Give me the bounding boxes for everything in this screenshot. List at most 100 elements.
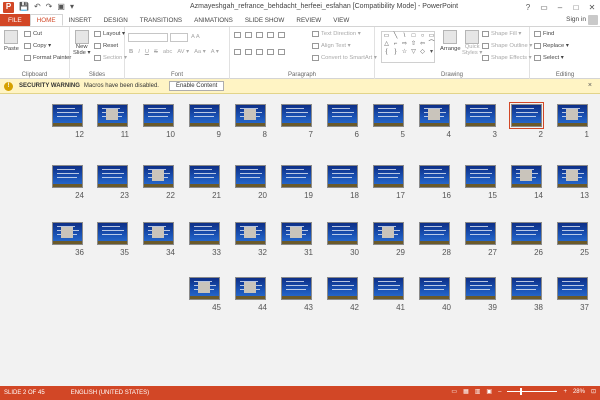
shape-line-icon[interactable]: ╲ <box>391 32 400 40</box>
start-slideshow-icon[interactable]: ▣ <box>57 1 65 13</box>
shape-fill-button[interactable]: Shape Fill ▾ <box>482 31 521 37</box>
shapes-more-icon[interactable]: ▾ <box>427 48 436 56</box>
slide-thumbnail[interactable]: 18 <box>327 165 359 200</box>
shape-right-arrow-icon[interactable]: ⇨ <box>400 40 409 48</box>
avatar[interactable] <box>588 15 598 25</box>
slide-thumbnail[interactable]: 22 <box>143 165 175 200</box>
section-button[interactable]: Section ▾ <box>94 55 127 61</box>
tab-file[interactable]: FILE <box>0 14 30 26</box>
numbering-icon[interactable] <box>245 32 252 38</box>
convert-smartart-button[interactable]: Convert to SmartArt ▾ <box>312 55 377 61</box>
new-slide-button[interactable]: New Slide ▾ <box>73 30 90 56</box>
shape-line2-icon[interactable]: \ <box>400 32 409 40</box>
shape-left-arrow-icon[interactable]: ⇦ <box>418 40 427 48</box>
bold-button[interactable]: B <box>129 49 133 55</box>
zoom-level[interactable]: 28% <box>573 389 585 395</box>
zoom-slider[interactable] <box>507 388 558 395</box>
slide-thumbnail[interactable]: 37 <box>557 277 589 312</box>
slide-thumbnail[interactable]: 26 <box>511 222 543 257</box>
enable-content-button[interactable]: Enable Content <box>168 81 225 91</box>
grow-shrink-font-buttons[interactable]: A A <box>191 34 200 40</box>
shape-star-icon[interactable]: ☆ <box>400 48 409 56</box>
increase-indent-icon[interactable] <box>267 32 274 38</box>
slide-thumbnail[interactable]: 2 <box>509 102 544 139</box>
align-text-button[interactable]: Align Text ▾ <box>312 43 351 49</box>
language-indicator[interactable]: ENGLISH (UNITED STATES) <box>71 390 149 396</box>
slide-thumbnail[interactable]: 1 <box>557 104 589 139</box>
line-spacing-icon[interactable] <box>278 32 285 38</box>
slide-thumbnail[interactable]: 45 <box>189 277 221 312</box>
shape-arc-icon[interactable]: ⌒ <box>427 40 436 48</box>
slide-thumbnail[interactable]: 21 <box>189 165 221 200</box>
slide-thumbnail[interactable]: 32 <box>235 222 267 257</box>
justify-icon[interactable] <box>267 49 274 55</box>
layout-button[interactable]: Layout ▾ <box>94 31 125 37</box>
reset-button[interactable]: Reset <box>94 43 118 49</box>
minimize-icon[interactable]: – <box>552 0 568 14</box>
ribbon-display-icon[interactable]: ▭ <box>536 0 552 14</box>
slide-thumbnail[interactable]: 3 <box>465 104 497 139</box>
slide-thumbnail[interactable]: 33 <box>189 222 221 257</box>
slide-thumbnail[interactable]: 40 <box>419 277 451 312</box>
slide-thumbnail[interactable]: 16 <box>419 165 451 200</box>
italic-button[interactable]: I <box>138 49 140 55</box>
slide-thumbnail[interactable]: 42 <box>327 277 359 312</box>
tab-slide-show[interactable]: SLIDE SHOW <box>239 14 291 26</box>
shapes-gallery[interactable]: ▭ ╲ \ □ ○ ▭ △ ⌐ ⇨ ⇧ ⇦ ⌒ { } ☆ ▽ ◇ ▾ <box>381 31 435 63</box>
slide-thumbnail[interactable]: 35 <box>97 222 129 257</box>
fit-slide-icon[interactable]: ⊡ <box>591 388 596 395</box>
copy-button[interactable]: Copy ▾ <box>24 43 51 49</box>
sign-in-link[interactable]: Sign in <box>566 16 586 23</box>
slide-thumbnail[interactable]: 10 <box>143 104 175 139</box>
slide-thumbnail[interactable]: 36 <box>52 222 84 257</box>
slide-thumbnail[interactable]: 17 <box>373 165 405 200</box>
text-direction-button[interactable]: Text Direction ▾ <box>312 31 361 37</box>
help-icon[interactable]: ? <box>520 0 536 14</box>
slide-thumbnail[interactable]: 39 <box>465 277 497 312</box>
replace-button[interactable]: Replace ▾ <box>534 43 569 49</box>
slide-thumbnail[interactable]: 23 <box>97 165 129 200</box>
font-size-combo[interactable] <box>170 33 188 42</box>
shape-diamond-icon[interactable]: ◇ <box>418 48 427 56</box>
slide-thumbnail[interactable]: 38 <box>511 277 543 312</box>
shape-rounded-rect-icon[interactable]: ▭ <box>427 32 436 40</box>
slide-thumbnail[interactable]: 29 <box>373 222 405 257</box>
slide-thumbnail[interactable]: 15 <box>465 165 497 200</box>
customize-qat-icon[interactable]: ▾ <box>70 1 74 13</box>
maximize-icon[interactable]: □ <box>568 0 584 14</box>
tab-home[interactable]: HOME <box>29 14 63 26</box>
align-left-icon[interactable] <box>234 49 241 55</box>
undo-icon[interactable]: ↶ <box>34 1 41 13</box>
slide-thumbnail[interactable]: 9 <box>189 104 221 139</box>
close-icon[interactable]: × <box>588 82 592 89</box>
zoom-in-icon[interactable]: + <box>563 389 567 395</box>
slide-thumbnail[interactable]: 30 <box>327 222 359 257</box>
save-icon[interactable]: 💾 <box>19 1 29 13</box>
zoom-slider-thumb[interactable] <box>520 388 523 395</box>
slide-thumbnail[interactable]: 11 <box>97 104 129 139</box>
slide-sorter-view-icon[interactable]: ▦ <box>463 388 469 395</box>
align-right-icon[interactable] <box>256 49 263 55</box>
slide-thumbnail[interactable]: 44 <box>235 277 267 312</box>
slide-thumbnail[interactable]: 43 <box>281 277 313 312</box>
slide-thumbnail[interactable]: 34 <box>143 222 175 257</box>
shape-effects-button[interactable]: Shape Effects ▾ <box>482 55 532 61</box>
slide-thumbnail[interactable]: 24 <box>52 165 84 200</box>
shape-square-icon[interactable]: □ <box>409 32 418 40</box>
arrange-button[interactable]: Arrange <box>440 30 461 52</box>
slideshow-view-icon[interactable]: ▣ <box>486 388 492 395</box>
slide-thumbnail[interactable]: 14 <box>511 165 543 200</box>
shape-outline-button[interactable]: Shape Outline ▾ <box>482 43 532 49</box>
slide-thumbnail[interactable]: 5 <box>373 104 405 139</box>
tab-view[interactable]: VIEW <box>327 14 355 26</box>
slide-thumbnail[interactable]: 4 <box>419 104 451 139</box>
close-icon[interactable]: ✕ <box>584 0 600 14</box>
decrease-indent-icon[interactable] <box>256 32 263 38</box>
quick-styles-button[interactable]: Quick Styles ▾ <box>462 30 482 56</box>
zoom-out-icon[interactable]: – <box>498 389 501 395</box>
shape-right-brace-icon[interactable]: } <box>391 48 400 56</box>
shape-elbow-icon[interactable]: ⌐ <box>391 40 400 48</box>
text-shadow-button[interactable]: abc <box>163 49 172 55</box>
cut-button[interactable]: Cut <box>24 31 42 37</box>
tab-transitions[interactable]: TRANSITIONS <box>134 14 188 26</box>
